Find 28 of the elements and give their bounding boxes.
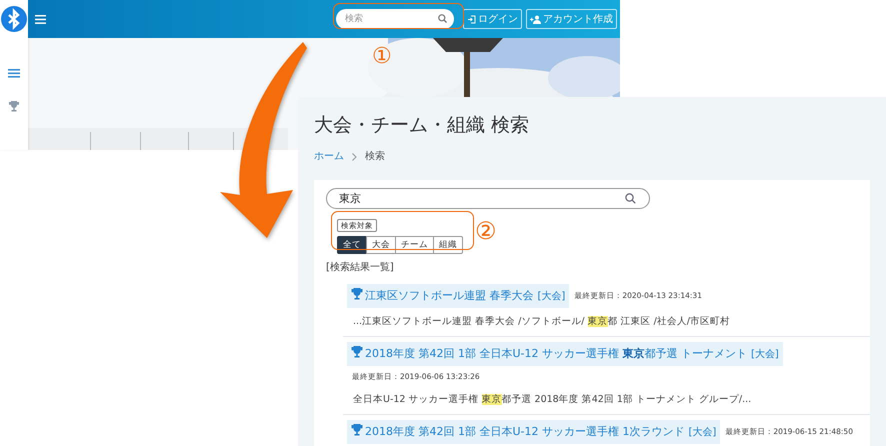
login-icon bbox=[467, 14, 476, 24]
page-title: 大会・チーム・組織 検索 bbox=[314, 113, 530, 138]
search-icon bbox=[625, 193, 636, 204]
breadcrumb-link[interactable]: ホーム bbox=[314, 149, 344, 165]
menu-icon[interactable] bbox=[8, 68, 20, 78]
filter-tab[interactable]: チーム bbox=[395, 236, 434, 254]
menu-icon[interactable] bbox=[35, 14, 46, 24]
callout-number: ② bbox=[475, 219, 497, 243]
signup-button[interactable]: アカウント作成 bbox=[526, 9, 617, 29]
results-heading: [検索結果一覧] bbox=[326, 260, 395, 275]
search-icon bbox=[438, 14, 447, 23]
callout-number: ① bbox=[372, 45, 392, 69]
search-field[interactable]: 検索 bbox=[336, 9, 454, 29]
chevron-icon bbox=[352, 153, 357, 161]
trophy-icon[interactable] bbox=[8, 100, 20, 112]
filter-tab[interactable]: 大会 bbox=[366, 236, 396, 254]
trophy-icon bbox=[351, 287, 363, 300]
trophy-icon bbox=[351, 345, 363, 358]
search-field[interactable]: 東京 bbox=[326, 188, 650, 209]
result-link[interactable]: 江東区ソフトボール連盟 春季大会 [大会] bbox=[347, 284, 570, 308]
breadcrumb-current: 検索 bbox=[365, 150, 385, 164]
filter-tab[interactable]: 全て bbox=[337, 236, 367, 254]
login-button[interactable]: ログイン bbox=[463, 9, 522, 29]
filter-tab[interactable]: 組織 bbox=[433, 236, 463, 254]
result-link[interactable]: 2018年度 第42回 1部 全日本U-12 サッカー選手権 1次ラウンド [大会] bbox=[347, 420, 720, 444]
trophy-icon bbox=[351, 422, 363, 436]
add-user-icon bbox=[530, 14, 541, 24]
result-link[interactable]: 2018年度 第42回 1部 全日本U-12 サッカー選手権 東京都予選 トーナメント [大会] bbox=[347, 342, 783, 366]
